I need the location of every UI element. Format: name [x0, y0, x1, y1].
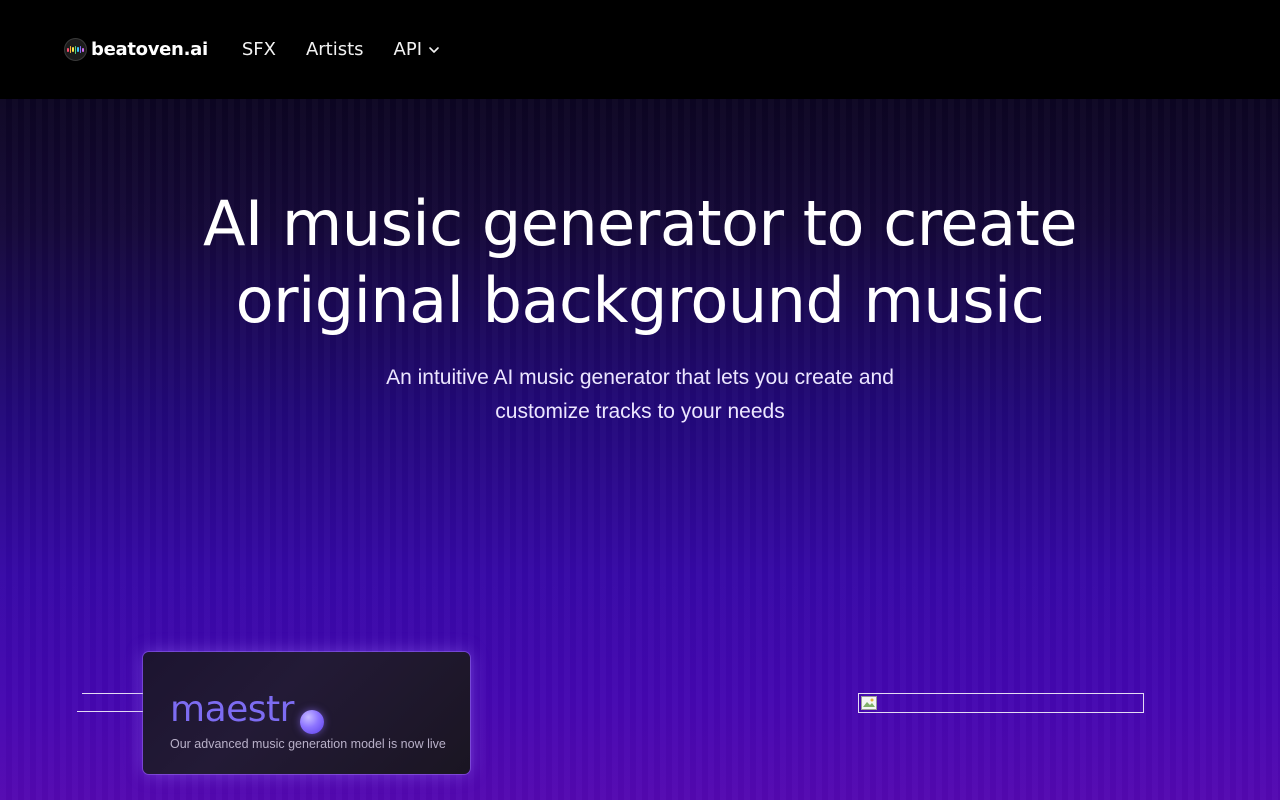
- nav-link-api-dropdown[interactable]: API: [394, 39, 440, 60]
- maestro-caption: Our advanced music generation model is n…: [170, 737, 446, 751]
- hero-subtitle-line: customize tracks to your needs: [495, 400, 785, 423]
- nav-link-sfx[interactable]: SFX: [242, 39, 276, 60]
- hero-title: AI music generator to create original ba…: [0, 185, 1280, 339]
- hero-title-line: original background music: [235, 264, 1045, 337]
- brand-name: beatoven.ai: [91, 39, 208, 60]
- hero-section: AI music generator to create original ba…: [0, 99, 1280, 800]
- nav-link-label: SFX: [241, 39, 276, 60]
- nav-link-artists[interactable]: Artists: [306, 39, 364, 60]
- broken-image-placeholder: [858, 693, 1144, 713]
- nav-link-label: API: [393, 39, 423, 60]
- chevron-down-icon: [429, 46, 439, 53]
- maestro-announcement-card[interactable]: maestr Our advanced music generation mod…: [143, 652, 470, 774]
- nav-link-label: Artists: [305, 39, 364, 60]
- placeholder-outline: [82, 693, 144, 694]
- brand-logo-link[interactable]: beatoven.ai: [64, 38, 208, 61]
- maestro-orb-icon: [300, 710, 324, 734]
- broken-image-icon: [861, 696, 877, 710]
- hero-title-line: AI music generator to create: [202, 187, 1078, 260]
- top-navbar: beatoven.ai SFX Artists API: [0, 0, 1280, 99]
- maestro-wordmark: maestr: [170, 689, 294, 730]
- hero-subtitle-line: An intuitive AI music generator that let…: [386, 366, 894, 389]
- logo-icon: [64, 38, 87, 61]
- hero-subtitle: An intuitive AI music generator that let…: [0, 361, 1280, 429]
- placeholder-outline: [77, 711, 144, 712]
